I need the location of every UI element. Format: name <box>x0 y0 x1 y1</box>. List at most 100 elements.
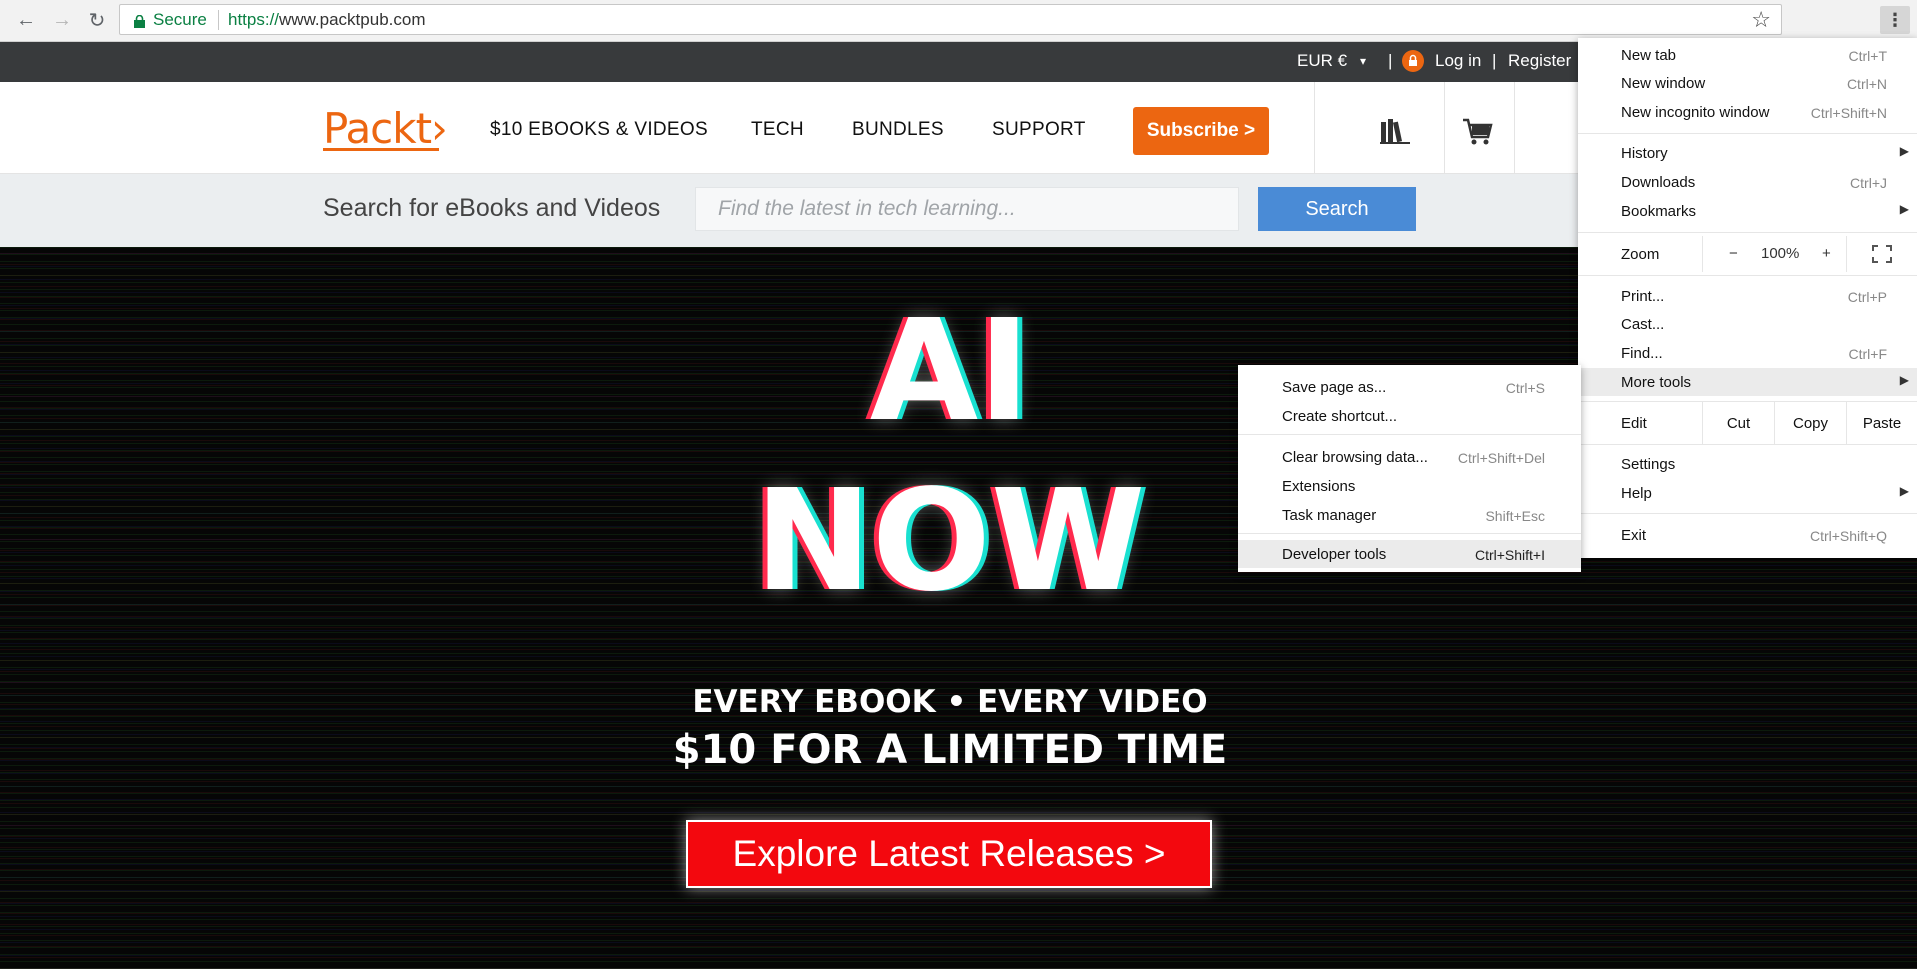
menu-downloads[interactable]: Downloads Ctrl+J <box>1578 168 1917 196</box>
menu-separator <box>1578 444 1917 445</box>
cut-button[interactable]: Cut <box>1702 402 1774 444</box>
submenu-arrow-icon: ▶ <box>1899 373 1909 387</box>
library-icon[interactable] <box>1380 118 1410 149</box>
header-divider <box>1314 82 1315 174</box>
submenu-arrow-icon: ▶ <box>1899 484 1909 498</box>
menu-label: Developer tools <box>1282 546 1387 563</box>
logo-underline <box>323 148 439 151</box>
menu-zoom-row: Zoom − 100% + <box>1578 236 1917 272</box>
nav-ebooks-videos[interactable]: $10 EBOOKS & VIDEOS <box>490 119 708 141</box>
menu-shortcut: Ctrl+S <box>1505 380 1545 396</box>
menu-label: New window <box>1621 75 1706 92</box>
chrome-main-menu: New tab Ctrl+T New window Ctrl+N New incog… <box>1578 38 1917 558</box>
submenu-task-manager[interactable]: Task manager Shift+Esc <box>1238 501 1581 529</box>
menu-label: Print... <box>1621 288 1665 305</box>
menu-label: Create shortcut... <box>1282 408 1398 425</box>
nav-tech[interactable]: TECH <box>751 119 804 141</box>
menu-separator <box>1578 275 1917 276</box>
submenu-save-page[interactable]: Save page as... Ctrl+S <box>1238 373 1581 401</box>
currency-selector[interactable]: EUR € <box>1297 51 1347 71</box>
subscribe-button[interactable]: Subscribe > <box>1133 107 1269 155</box>
menu-shortcut: Ctrl+Shift+I <box>1474 547 1545 563</box>
zoom-divider <box>1702 236 1703 272</box>
zoom-in-button[interactable]: + <box>1822 245 1831 262</box>
copy-button[interactable]: Copy <box>1774 402 1846 444</box>
menu-label: Task manager <box>1282 507 1377 524</box>
menu-new-incognito[interactable]: New incognito window Ctrl+Shift+N <box>1578 98 1917 126</box>
menu-help[interactable]: Help ▶ <box>1578 479 1917 507</box>
zoom-label: Zoom <box>1621 246 1660 263</box>
more-vert-icon: ⋮ <box>1886 9 1904 30</box>
menu-label: Bookmarks <box>1621 203 1697 220</box>
menu-new-window[interactable]: New window Ctrl+N <box>1578 69 1917 97</box>
cart-icon[interactable] <box>1462 118 1494 151</box>
bookmark-star-icon[interactable]: ☆ <box>1751 7 1771 33</box>
secure-indicator[interactable]: Secure <box>134 10 207 30</box>
register-link[interactable]: Register <box>1508 51 1571 71</box>
forward-icon: → <box>52 8 72 31</box>
lock-icon <box>134 14 145 28</box>
hero-tagline-2: $10 FOR A LIMITED TIME <box>672 727 1228 773</box>
menu-label: Clear browsing data... <box>1282 449 1428 466</box>
menu-edit-row: Edit Cut Copy Paste <box>1578 402 1917 444</box>
packt-logo[interactable]: Packt› <box>323 104 448 153</box>
submenu-clear-browsing-data[interactable]: Clear browsing data... Ctrl+Shift+Del <box>1238 443 1581 471</box>
zoom-out-button[interactable]: − <box>1729 245 1738 262</box>
nav-support[interactable]: SUPPORT <box>992 119 1086 141</box>
menu-shortcut: Ctrl+Shift+Del <box>1457 450 1545 466</box>
hero-tagline-1: EVERY EBOOK • EVERY VIDEO <box>692 684 1208 720</box>
reload-button[interactable]: ↻ <box>85 8 109 32</box>
reload-icon: ↻ <box>88 9 106 32</box>
address-bar[interactable]: Secure https://www.packtpub.com ☆ <box>119 4 1782 35</box>
paste-button[interactable]: Paste <box>1846 402 1917 444</box>
url-host: www.packtpub.com <box>279 10 426 29</box>
menu-separator <box>1238 434 1581 435</box>
menu-settings[interactable]: Settings <box>1578 450 1917 478</box>
currency-caret-icon[interactable]: ▾ <box>1360 54 1366 68</box>
menu-shortcut: Ctrl+Shift+N <box>1810 105 1887 121</box>
forward-button[interactable]: → <box>50 8 74 32</box>
back-button[interactable]: ← <box>14 8 38 32</box>
menu-label: New tab <box>1621 47 1677 64</box>
menu-print[interactable]: Print... Ctrl+P <box>1578 282 1917 310</box>
menu-label: Downloads <box>1621 174 1696 191</box>
menu-shortcut: Ctrl+F <box>1848 346 1888 362</box>
submenu-create-shortcut[interactable]: Create shortcut... <box>1238 402 1581 430</box>
submenu-arrow-icon: ▶ <box>1899 202 1909 216</box>
header-divider <box>1444 82 1445 174</box>
menu-new-tab[interactable]: New tab Ctrl+T <box>1578 41 1917 69</box>
menu-label: New incognito window <box>1621 104 1770 121</box>
search-button[interactable]: Search <box>1258 187 1416 231</box>
more-tools-submenu: Save page as... Ctrl+S Create shortcut...… <box>1238 365 1581 572</box>
menu-separator <box>1238 533 1581 534</box>
menu-bookmarks[interactable]: Bookmarks ▶ <box>1578 197 1917 225</box>
submenu-developer-tools[interactable]: Developer tools Ctrl+Shift+I <box>1238 540 1581 568</box>
menu-shortcut: Shift+Esc <box>1485 508 1545 524</box>
zoom-divider <box>1846 236 1847 272</box>
menu-separator <box>1578 513 1917 514</box>
zoom-level: 100% <box>1761 245 1800 262</box>
menu-label: Help <box>1621 485 1652 502</box>
submenu-extensions[interactable]: Extensions <box>1238 472 1581 500</box>
menu-more-tools[interactable]: More tools ▶ <box>1578 368 1917 396</box>
address-divider <box>218 10 219 30</box>
login-link[interactable]: Log in <box>1435 51 1481 71</box>
menu-shortcut: Ctrl+P <box>1847 289 1887 305</box>
menu-label: Cast... <box>1621 316 1665 333</box>
nav-bundles[interactable]: BUNDLES <box>852 119 944 141</box>
explore-releases-button[interactable]: Explore Latest Releases > <box>686 820 1212 888</box>
menu-separator <box>1578 133 1917 134</box>
search-placeholder: Find the latest in tech learning... <box>718 197 1016 220</box>
secure-label: Secure <box>153 10 207 29</box>
chrome-menu-button[interactable]: ⋮ <box>1880 6 1910 34</box>
search-input[interactable]: Find the latest in tech learning... <box>695 187 1239 231</box>
url-scheme: https:// <box>228 10 280 29</box>
menu-find[interactable]: Find... Ctrl+F <box>1578 339 1917 367</box>
menu-label: Extensions <box>1282 478 1356 495</box>
browser-toolbar: ← → ↻ Secure https://www.packtpub.com ☆ … <box>0 0 1917 42</box>
fullscreen-icon[interactable] <box>1872 245 1892 267</box>
url-text[interactable]: https://www.packtpub.com <box>228 10 425 30</box>
menu-exit[interactable]: Exit Ctrl+Shift+Q <box>1578 521 1917 549</box>
menu-cast[interactable]: Cast... <box>1578 310 1917 338</box>
menu-history[interactable]: History ▶ <box>1578 139 1917 167</box>
